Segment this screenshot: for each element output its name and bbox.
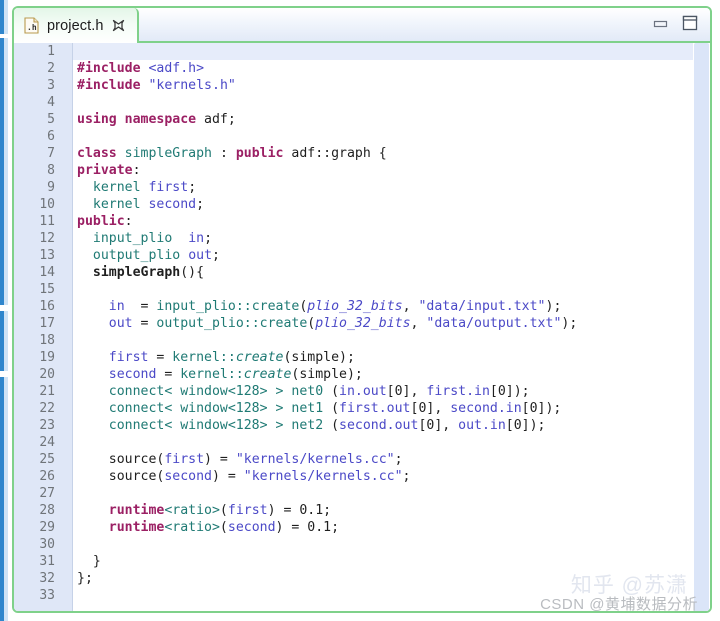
line-number: 33 [39,588,55,603]
code-line[interactable] [73,434,710,451]
line-number: 27 [39,486,55,501]
code-line[interactable]: simpleGraph(){ [73,264,710,281]
line-number: 23 [39,418,55,433]
line-number: 10 [39,197,55,212]
line-number: 20 [39,367,55,382]
line-number: 9 [47,180,55,195]
vertical-scrollbar[interactable] [693,43,710,611]
screenshot-root: .h project.h 1 2 3 4 5 6 7 8 9 10 11 12 … [0,0,720,621]
line-number: 24 [39,435,55,450]
code-line[interactable]: #include <adf.h> [73,60,710,77]
code-line[interactable]: out = output_plio::create(plio_32_bits, … [73,315,710,332]
line-number: 1 [47,44,55,59]
left-edge-notch [0,305,8,311]
editor-part: .h project.h 1 2 3 4 5 6 7 8 9 10 11 12 … [12,6,712,613]
left-edge-notch [0,34,8,38]
line-number: 3 [47,78,55,93]
line-number: 7 [19,145,70,162]
line-number: 14 [19,264,70,281]
line-number: 17 [39,316,55,331]
line-number-ruler: 1 2 3 4 5 6 7 8 9 10 11 12 13 14 15 16 1… [19,43,70,611]
code-line[interactable] [73,128,710,145]
code-line[interactable] [73,332,710,349]
code-line[interactable]: runtime<ratio>(first) = 0.1; [73,502,710,519]
line-number: 26 [39,469,55,484]
code-line[interactable]: }; [73,570,710,587]
code-line[interactable] [73,43,710,60]
code-line[interactable]: } [73,553,710,570]
code-editor[interactable]: 1 2 3 4 5 6 7 8 9 10 11 12 13 14 15 16 1… [14,43,710,611]
minimize-icon[interactable] [653,17,668,35]
line-number: 4 [47,95,55,110]
code-line[interactable]: connect< window<128> > net0 (in.out[0], … [73,383,710,400]
code-line[interactable] [73,587,710,604]
code-line[interactable]: connect< window<128> > net1 (first.out[0… [73,400,710,417]
line-number: 29 [39,520,55,535]
close-icon[interactable] [112,19,125,32]
code-line[interactable]: kernel second; [73,196,710,213]
window-controls [653,8,698,43]
maximize-icon[interactable] [682,15,698,36]
code-line[interactable]: kernel first; [73,179,710,196]
line-number: 6 [47,129,55,144]
code-line[interactable]: input_plio in; [73,230,710,247]
line-number: 16 [39,299,55,314]
line-number: 18 [39,333,55,348]
h-file-icon: .h [24,17,39,34]
line-number: 12 [39,231,55,246]
code-line[interactable]: first = kernel::create(simple); [73,349,710,366]
line-number: 28 [39,503,55,518]
code-line[interactable]: using namespace adf; [73,111,710,128]
code-line[interactable]: in = input_plio::create(plio_32_bits, "d… [73,298,710,315]
code-line[interactable] [73,94,710,111]
code-line[interactable] [73,536,710,553]
code-line[interactable]: public: [73,213,710,230]
code-line[interactable]: source(second) = "kernels/kernels.cc"; [73,468,710,485]
line-number: 8 [47,163,55,178]
code-line[interactable] [73,485,710,502]
line-number: 19 [39,350,55,365]
tab-project-h[interactable]: .h project.h [14,8,139,43]
code-line[interactable]: runtime<ratio>(second) = 0.1; [73,519,710,536]
editor-tab-bar: .h project.h [14,8,710,43]
line-number: 13 [39,248,55,263]
line-number: 31 [39,554,55,569]
line-number: 30 [39,537,55,552]
line-number: 15 [39,282,55,297]
code-line[interactable]: second = kernel::create(simple); [73,366,710,383]
folding-ruler[interactable] [59,43,72,611]
tab-label: project.h [47,17,104,34]
code-line[interactable]: source(first) = "kernels/kernels.cc"; [73,451,710,468]
code-line[interactable]: private: [73,162,710,179]
line-number: 5 [47,112,55,127]
code-text-area[interactable]: #include <adf.h> #include "kernels.h" us… [73,43,710,611]
code-line[interactable] [73,281,710,298]
line-number: 11 [39,214,55,229]
code-line[interactable]: class simpleGraph : public adf::graph { [73,145,710,162]
line-number: 22 [39,401,55,416]
line-number: 25 [39,452,55,467]
scrollbar-thumb[interactable] [694,43,709,611]
code-line[interactable]: #include "kernels.h" [73,77,710,94]
code-line[interactable]: output_plio out; [73,247,710,264]
line-number: 2 [47,61,55,76]
svg-text:.h: .h [27,23,37,32]
line-number: 32 [39,571,55,586]
left-edge-notch [0,371,8,377]
line-number: 21 [39,384,55,399]
code-line[interactable]: connect< window<128> > net2 (second.out[… [73,417,710,434]
